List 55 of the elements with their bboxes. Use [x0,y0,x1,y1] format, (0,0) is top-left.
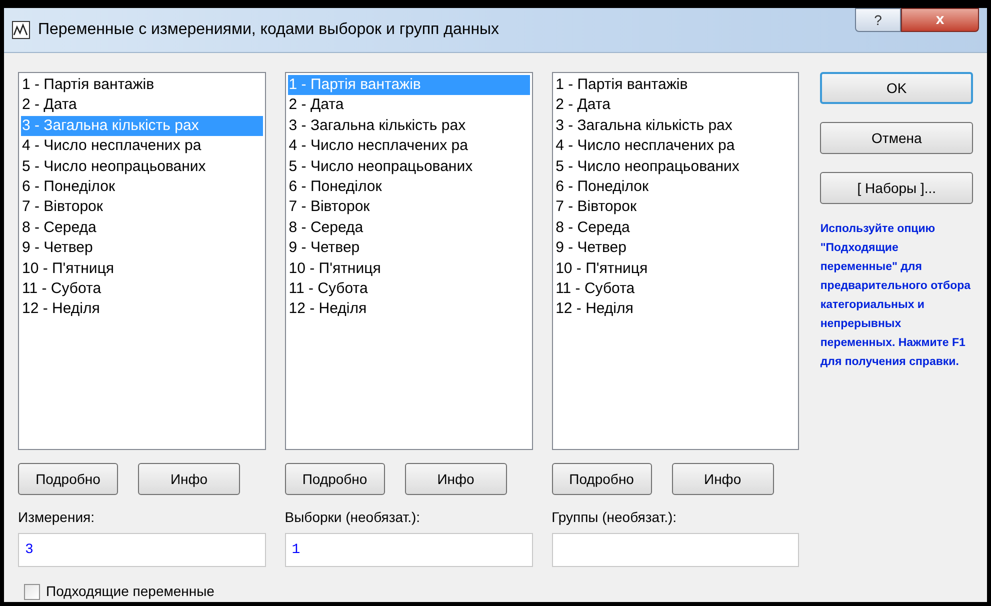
dialog-button[interactable]: Подробно [18,463,118,495]
dialog-button[interactable]: Подробно [552,463,652,495]
list-item[interactable]: 9 - Четвер [288,238,530,259]
list-item[interactable]: 12 - Неділя [554,299,796,320]
input-field[interactable]: 3 [18,533,266,567]
list-item[interactable]: 8 - Середа [21,218,263,238]
chart-icon [12,21,30,39]
list-item[interactable]: 4 - Число несплачених ра [21,136,263,157]
list-item[interactable]: 1 - Партія вантажів [21,75,263,96]
dialog-button[interactable]: Подробно [284,463,385,495]
list-item[interactable]: 9 - Четвер [554,238,796,259]
list-item[interactable]: 2 - Дата [21,95,263,116]
list-item[interactable]: 5 - Число неопрацьованих [288,156,530,178]
list-item[interactable]: 5 - Число неопрацьованих [21,156,263,178]
list-item[interactable]: 5 - Число неопрацьованих [554,156,796,178]
list-item[interactable]: 7 - Вівторок [554,197,796,218]
dialog-button[interactable]: Отмена [820,122,973,154]
list-item[interactable]: 10 - П'ятниця [288,258,530,280]
dialog-button[interactable]: Инфо [672,463,774,495]
list-item[interactable]: 3 - Загальна кількість рах [554,116,796,136]
help-button[interactable]: ? [855,8,901,32]
list-item[interactable]: 7 - Вівторок [21,197,263,218]
field-label: Группы (необязат.): [552,508,678,527]
list-item[interactable]: 8 - Середа [288,218,530,238]
list-item[interactable]: 1 - Партія вантажів [554,75,796,96]
checkbox[interactable] [24,584,40,600]
dialog-button[interactable]: [ Наборы ]... [820,172,973,204]
checkbox-label: Подходящие переменные [46,582,214,601]
list-item[interactable]: 6 - Понеділок [288,177,530,198]
list-item[interactable]: 2 - Дата [288,95,530,116]
dialog-button[interactable]: Инфо [404,463,507,495]
list-item[interactable]: 8 - Середа [554,218,796,238]
list-item[interactable]: 10 - П'ятниця [21,258,263,280]
list-item[interactable]: 11 - Субота [21,279,263,300]
dialog-button[interactable]: OK [820,72,973,104]
list-item[interactable]: 4 - Число несплачених ра [288,136,530,157]
list-item[interactable]: 7 - Вівторок [288,197,530,218]
list-item[interactable]: 6 - Понеділок [21,177,263,198]
input-field[interactable] [552,533,800,567]
window-title: Переменные с измерениями, кодами выборок и групп данных [38,20,500,40]
field-label: Выборки (необязат.): [284,508,422,527]
list-item[interactable]: 9 - Четвер [21,238,263,259]
list-item[interactable]: 4 - Число несплачених ра [554,136,796,157]
list-item[interactable]: 2 - Дата [554,95,796,116]
list-item[interactable]: 11 - Субота [288,279,530,300]
list-item[interactable]: 10 - П'ятниця [554,258,796,280]
list-item[interactable]: 11 - Субота [554,279,796,300]
field-label: Измерения: [18,508,96,527]
list-item[interactable]: 3 - Загальна кількість рах [288,116,530,136]
input-field[interactable]: 1 [284,533,533,567]
list-item[interactable]: 12 - Неділя [288,299,530,320]
list-item[interactable]: 6 - Понеділок [554,177,796,198]
help-text: Используйте опцию "Подходящие переменные" для предварительного отбора категориальных и непрерывных переменных. Нажмите F1 для получения справки. [820,222,972,370]
list-item[interactable]: 12 - Неділя [21,299,263,320]
dialog-button[interactable]: Инфо [138,463,240,495]
